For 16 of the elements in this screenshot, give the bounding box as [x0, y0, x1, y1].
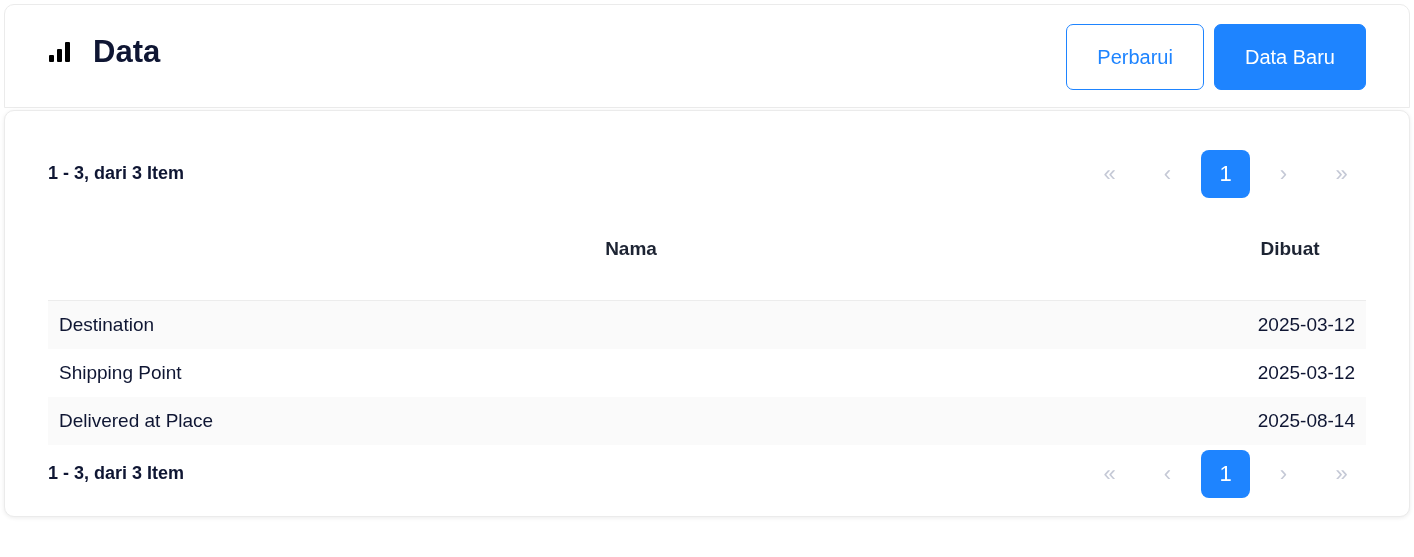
- table-cell: Delivered at Place: [48, 397, 1214, 445]
- page-button[interactable]: 1: [1201, 149, 1250, 198]
- item-count: 1 - 3, dari 3 Item: [48, 463, 185, 484]
- bar-chart-icon: [49, 42, 71, 62]
- item-count: 1 - 3, dari 3 Item: [48, 163, 185, 184]
- new-data-button[interactable]: Data Baru: [1213, 24, 1366, 90]
- page-button[interactable]: 1: [1201, 449, 1250, 498]
- table-cell: Destination: [48, 300, 1214, 349]
- table-cell: 2025-08-14: [1214, 397, 1366, 445]
- refresh-button[interactable]: Perbarui: [1066, 24, 1204, 90]
- page-title: Data: [93, 34, 161, 70]
- column-header: Nama: [48, 198, 1214, 301]
- column-header: Dibuat: [1214, 198, 1366, 301]
- table-cell: 2025-03-12: [1214, 349, 1366, 397]
- table-cell: 2025-03-12: [1214, 300, 1366, 349]
- table-cell: Shipping Point: [48, 349, 1214, 397]
